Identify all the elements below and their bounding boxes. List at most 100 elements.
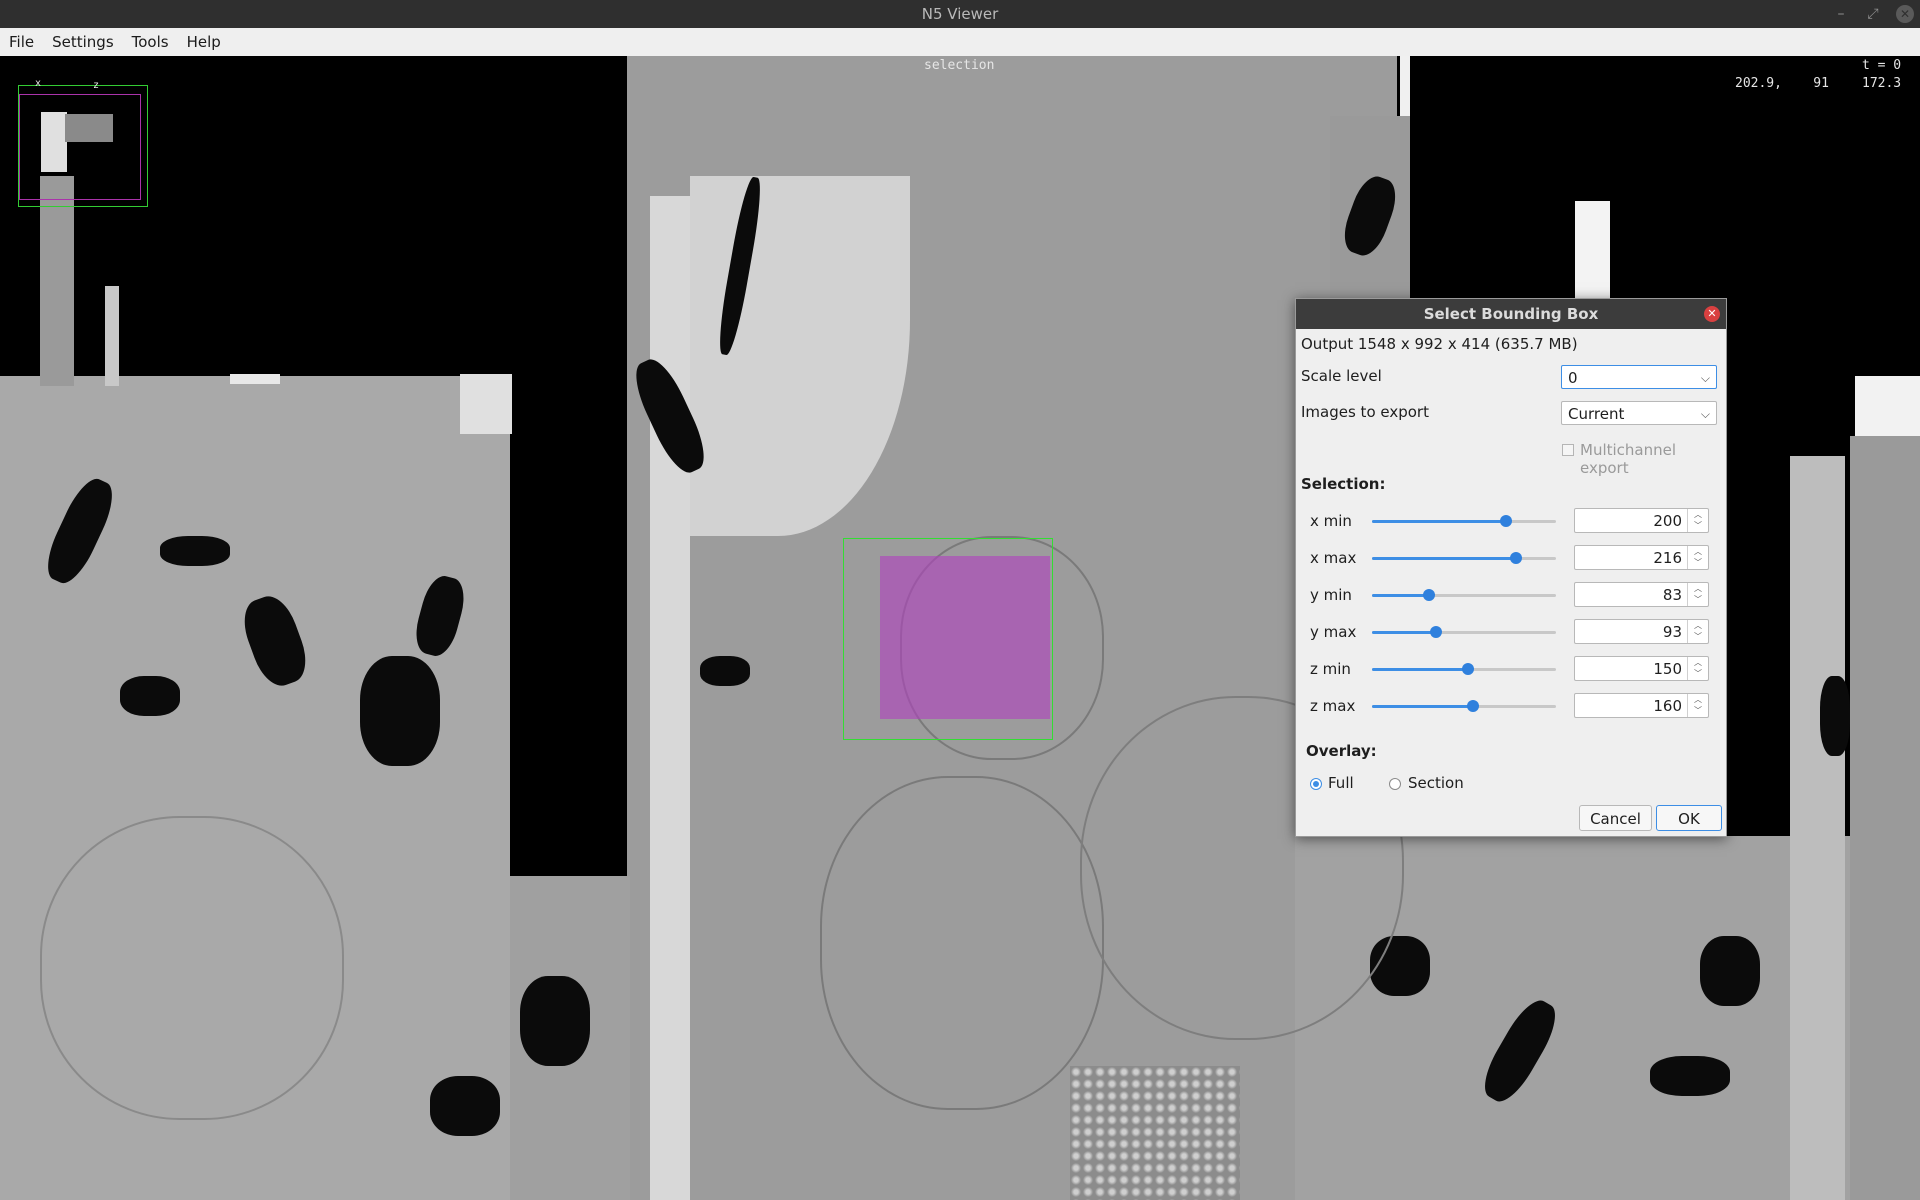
spinbox-value[interactable]: 200 [1653,512,1682,530]
ok-button[interactable]: OK [1656,805,1722,831]
cell-outline [820,776,1104,1110]
dark-inclusion [1820,676,1850,756]
navigator-axis-x: x [35,78,42,89]
spinbox-value[interactable]: 160 [1653,697,1682,715]
overlay-full-radio[interactable] [1310,778,1322,790]
chevron-down-icon: ⌵ [1700,407,1710,421]
selection-row-label: x max [1310,549,1357,567]
spin-arrows-icon[interactable]: ︿ ﹀ [1687,583,1708,606]
slider-fill [1372,557,1516,560]
images-to-export-label: Images to export [1301,403,1429,421]
images-to-export-select[interactable]: Current ⌵ [1561,401,1717,425]
dark-void [512,436,627,936]
menubar: File Settings Tools Help [0,28,1920,56]
spinbox-value[interactable]: 216 [1653,549,1682,567]
white-block [1400,56,1410,116]
slider-handle[interactable] [1461,663,1474,675]
value-spinbox[interactable]: 216 ︿ ﹀ [1574,545,1709,570]
tissue-column-right [1790,456,1845,1200]
selection-row-y-min: y min 83 ︿ ﹀ [1296,580,1726,610]
navigator-widget[interactable]: x z [18,78,148,207]
dark-inclusion [120,676,180,716]
minimize-icon[interactable]: – [1832,5,1850,23]
value-spinbox[interactable]: 83 ︿ ﹀ [1574,582,1709,607]
cell-outline [40,816,344,1120]
spinbox-value[interactable]: 83 [1663,586,1682,604]
selection-row-z-max: z max 160 ︿ ﹀ [1296,691,1726,721]
navigator-outline [19,94,141,200]
menu-file[interactable]: File [0,33,43,51]
z-readout: 172.3 [1862,76,1902,91]
maximize-icon[interactable]: ⤢ [1864,5,1882,23]
menu-tools[interactable]: Tools [123,33,178,51]
selection-row-x-max: x max 216 ︿ ﹀ [1296,543,1726,573]
range-slider[interactable] [1372,663,1556,675]
dark-inclusion [430,1076,500,1136]
selection-heading: Selection: [1301,475,1386,493]
multichannel-checkbox[interactable] [1562,444,1574,456]
range-slider[interactable] [1372,589,1556,601]
window-titlebar: N5 Viewer – ⤢ ✕ [0,0,1920,28]
dialog-titlebar[interactable]: Select Bounding Box ✕ [1296,299,1726,329]
selection-row-label: x min [1310,512,1352,530]
slider-fill [1372,631,1437,634]
slider-handle[interactable] [1467,700,1480,712]
coordinate-readout: 202.9, 91 [1735,76,1829,91]
overlay-section-radio[interactable] [1389,778,1401,790]
overlay-heading: Overlay: [1306,742,1377,760]
overlay-full-label[interactable]: Full [1328,774,1354,792]
spin-arrows-icon[interactable]: ︿ ﹀ [1687,509,1708,532]
slider-handle[interactable] [1509,552,1522,564]
slider-fill [1372,520,1507,523]
menu-help[interactable]: Help [178,33,230,51]
spinbox-value[interactable]: 150 [1653,660,1682,678]
slider-handle[interactable] [1423,589,1436,601]
spin-arrows-icon[interactable]: ︿ ﹀ [1687,546,1708,569]
close-icon[interactable]: ✕ [1896,5,1914,23]
slider-fill [1372,668,1468,671]
range-slider[interactable] [1372,552,1556,564]
images-to-export-value: Current [1568,405,1625,423]
spinbox-value[interactable]: 93 [1663,623,1682,641]
scale-level-select[interactable]: 0 ⌵ [1561,365,1717,389]
selection-row-label: z min [1310,660,1351,678]
range-slider[interactable] [1372,626,1556,638]
slider-fill [1372,705,1474,708]
vesicle-cluster [1070,1066,1240,1200]
spin-arrows-icon[interactable]: ︿ ﹀ [1687,657,1708,680]
range-slider[interactable] [1372,700,1556,712]
value-spinbox[interactable]: 150 ︿ ﹀ [1574,656,1709,681]
selection-row-label: z max [1310,697,1356,715]
tissue-column [40,176,74,386]
scale-level-label: Scale level [1301,367,1382,385]
slider-handle[interactable] [1500,515,1513,527]
select-bounding-box-dialog: Select Bounding Box ✕ Output 1548 x 992 … [1295,298,1727,837]
tissue-block [460,374,512,434]
value-spinbox[interactable]: 200 ︿ ﹀ [1574,508,1709,533]
dark-inclusion [360,656,440,766]
output-info: Output 1548 x 992 x 414 (635.7 MB) [1301,335,1578,353]
menu-settings[interactable]: Settings [43,33,123,51]
cancel-button[interactable]: Cancel [1579,805,1652,831]
spin-arrows-icon[interactable]: ︿ ﹀ [1687,694,1708,717]
overlay-label: selection [924,58,995,73]
tissue-strip-right [1850,436,1920,1200]
slider-fill [1372,594,1430,597]
range-slider[interactable] [1372,515,1556,527]
tissue-block [230,374,280,384]
spin-arrows-icon[interactable]: ︿ ﹀ [1687,620,1708,643]
slider-handle[interactable] [1430,626,1443,638]
chevron-down-icon: ⌵ [1700,371,1710,385]
dialog-close-icon[interactable]: ✕ [1704,306,1720,322]
selection-row-y-max: y max 93 ︿ ﹀ [1296,617,1726,647]
selection-section-fill [880,556,1050,719]
value-spinbox[interactable]: 160 ︿ ﹀ [1574,693,1709,718]
selection-row-x-min: x min 200 ︿ ﹀ [1296,506,1726,536]
white-block [1855,376,1920,436]
value-spinbox[interactable]: 93 ︿ ﹀ [1574,619,1709,644]
overlay-section-label[interactable]: Section [1408,774,1464,792]
dialog-title: Select Bounding Box [1423,305,1599,323]
navigator-axis-z: z [93,80,100,91]
dark-inclusion [1650,1056,1730,1096]
tissue-column [105,286,119,386]
